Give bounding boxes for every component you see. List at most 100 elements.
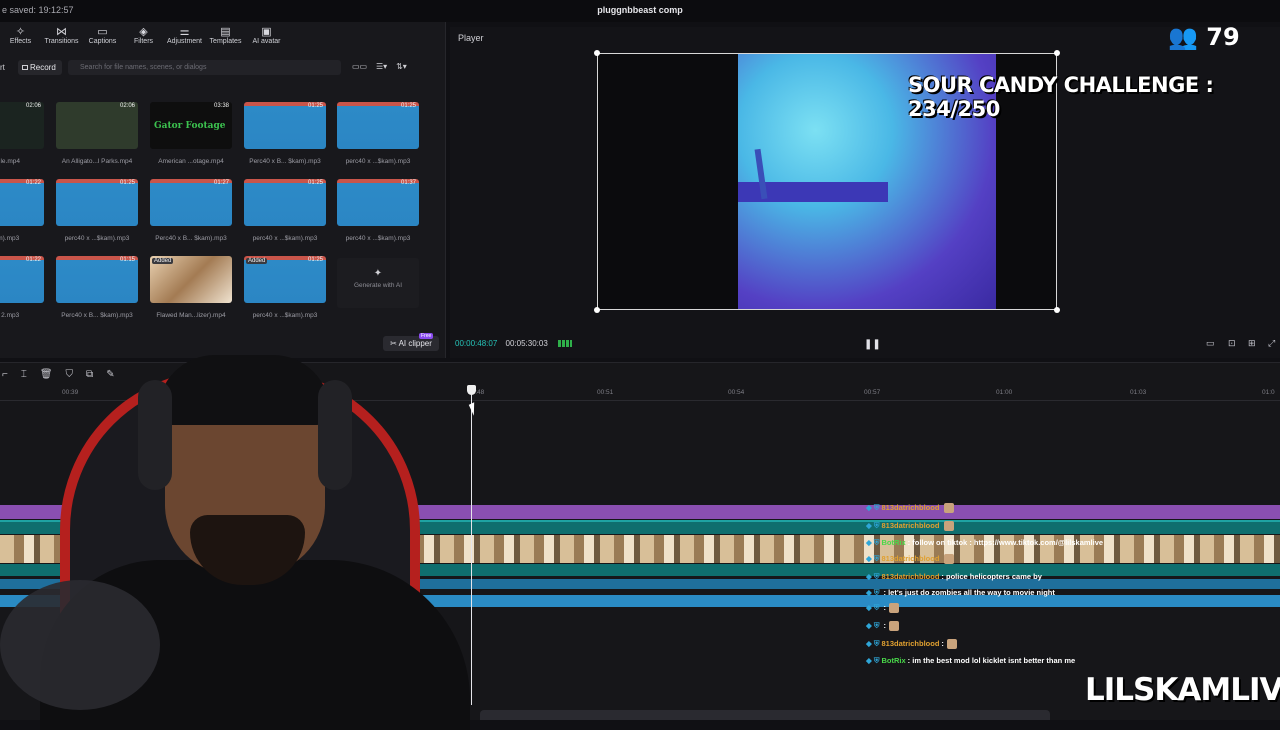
media-caption: An Alligato...l Parks.mp4	[61, 158, 133, 165]
channel-brand: LILSKAMLIVE	[1085, 672, 1280, 708]
chat-badge-icon: ◆ ⛨	[866, 621, 880, 630]
chat-text: :	[941, 639, 944, 648]
chat-text: : follow on tiktok : https://www.tiktok.…	[907, 538, 1104, 547]
media-caption: Perc40 x B... $kam).mp3	[249, 158, 321, 165]
ruler-tick: 01:00	[996, 389, 1013, 396]
pause-button[interactable]: ❚❚	[864, 339, 881, 350]
title-bar: e saved: 19:12:57 pluggnbbeast comp	[0, 0, 1280, 22]
media-item[interactable]: 01:22	[0, 256, 44, 303]
chat-emote-icon	[944, 554, 955, 565]
toolbar-label: Effects	[9, 38, 32, 45]
resize-handle-tr[interactable]	[1054, 50, 1060, 56]
toolbar-templates[interactable]: ▤ Templates	[205, 26, 246, 50]
chat-emote-icon	[946, 639, 957, 650]
media-duration: 03:38	[213, 103, 229, 109]
captions-icon: ▭	[97, 26, 108, 38]
media-caption: perc40 x ...$kam).mp3	[345, 235, 411, 242]
chat-username: BotRix	[881, 656, 906, 665]
fit-icon[interactable]: ⊡	[1228, 338, 1236, 349]
toolbar-filters[interactable]: ◈ Filters	[123, 26, 164, 50]
media-item[interactable]: 01:27	[150, 179, 232, 226]
ruler-tick: 00:54	[728, 389, 745, 396]
chat-message: ◆ ⛨ 813datrichblood	[866, 554, 955, 565]
added-badge: Added	[246, 258, 268, 264]
media-item[interactable]: 01:25	[244, 179, 326, 226]
toolbar-effects[interactable]: ✧ Effects	[0, 26, 41, 50]
toolbar-captions[interactable]: ▭ Captions	[82, 26, 123, 50]
webcam-overlay	[0, 350, 480, 730]
timecode-display: 00:00:48:07 00:05:30:03	[455, 339, 572, 348]
chat-username: BotRix	[881, 538, 906, 547]
filters-icon: ◈	[139, 26, 148, 38]
ratio-icon[interactable]: ▭	[1206, 338, 1215, 349]
media-item[interactable]: 03:38 Gator Footage	[150, 102, 232, 149]
resize-handle-br[interactable]	[1054, 307, 1060, 313]
view-toggle-icon[interactable]: ▭▭ ☰▾ ⇅▾	[352, 62, 407, 71]
viewer-count-value: 79	[1206, 23, 1240, 51]
chat-text: : police helicopters came by	[941, 572, 1042, 581]
media-caption: Perc40 x B... $kam).mp3	[61, 312, 133, 319]
media-item[interactable]: 01:37	[337, 179, 419, 226]
chat-username: 813datrichblood	[881, 521, 940, 530]
layout-icon[interactable]: ⊞	[1248, 338, 1256, 349]
media-item[interactable]: 01:15	[56, 256, 138, 303]
chat-emote-icon	[944, 521, 955, 532]
viewer-count: 👥 79	[1168, 23, 1240, 51]
media-item[interactable]: 01:25	[56, 179, 138, 226]
toolbar-label: Adjustment	[166, 38, 203, 45]
toolbar-transitions[interactable]: ⋈ Transitions	[41, 26, 82, 50]
media-duration: 01:25	[400, 103, 416, 109]
media-item[interactable]: 02:06	[0, 102, 44, 149]
ruler-tick: 01:0	[1262, 389, 1275, 396]
media-panel: ✧ Effects ⋈ Transitions ▭ Captions ◈ Filters ⚌ Ad…	[0, 22, 446, 358]
chat-username: 813datrichblood	[881, 572, 940, 581]
chat-message: ◆ ⛨ BotRix: im the best mod lol kicklet i…	[866, 656, 1075, 666]
media-search-row: rt Record Search for file names, scenes,…	[0, 60, 446, 76]
audio-meter-icon	[558, 340, 572, 348]
resize-handle-tl[interactable]	[594, 50, 600, 56]
media-item[interactable]: 01:22	[0, 179, 44, 226]
resize-handle-bl[interactable]	[594, 307, 600, 313]
chat-badge-icon: ◆ ⛨	[866, 572, 880, 581]
media-search-input[interactable]: Search for file names, scenes, or dialog…	[68, 60, 341, 75]
chat-message: ◆ ⛨ 813datrichblood	[866, 503, 955, 514]
toolbar-label: Filters	[133, 38, 154, 45]
media-item[interactable]: 01:25	[337, 102, 419, 149]
chat-message: ◆ ⛨ 813datrichblood	[866, 521, 955, 532]
challenge-banner: SOUR CANDY CHALLENGE : 234/250	[908, 73, 1214, 121]
media-duration: 01:25	[307, 180, 323, 186]
chat-badge-icon: ◆ ⛨	[866, 503, 880, 512]
media-duration: 01:25	[119, 180, 135, 186]
toolbar-label: AI avatar	[252, 38, 281, 45]
macos-dock	[480, 710, 1050, 720]
record-button[interactable]: Record	[18, 60, 62, 75]
media-caption: perc40 x ...$kam).mp3	[345, 158, 411, 165]
chat-emote-icon	[888, 621, 899, 632]
avatar-icon: ▣	[261, 26, 272, 38]
chat-message: ◆ ⛨ BotRix: follow on tiktok : https://ww…	[866, 538, 1103, 548]
import-button[interactable]: rt	[0, 60, 5, 75]
chat-text: :	[883, 603, 886, 612]
ruler-tick: 01:03	[1130, 389, 1147, 396]
media-item[interactable]: Added	[150, 256, 232, 303]
media-item[interactable]: 01:25	[244, 102, 326, 149]
record-label: Record	[30, 63, 56, 72]
templates-icon: ▤	[220, 26, 231, 38]
chat-badge-icon: ◆ ⛨	[866, 521, 880, 530]
media-duration: 01:22	[25, 257, 41, 263]
fullscreen-icon[interactable]: ⤢	[1268, 338, 1275, 349]
media-item[interactable]: 01:25 Added	[244, 256, 326, 303]
toolbar-ai-avatar[interactable]: ▣ AI avatar	[246, 26, 287, 50]
thumbnail-title: Gator Footage	[154, 121, 226, 131]
toolbar-adjustment[interactable]: ⚌ Adjustment	[164, 26, 205, 50]
chat-message: ◆ ⛨:	[866, 621, 899, 632]
media-caption: ar ...ile.mp4	[0, 158, 20, 165]
media-item[interactable]: 02:06	[56, 102, 138, 149]
player-label: Player	[458, 33, 484, 43]
chat-username: 813datrichblood	[881, 554, 940, 563]
chat-emote-icon	[888, 603, 899, 614]
current-time: 00:00:48:07	[455, 339, 498, 348]
generate-with-ai-card[interactable]: ✦ Generate with AI	[337, 258, 419, 308]
media-duration: 01:15	[119, 257, 135, 263]
chat-text: : im the best mod lol kicklet isnt bette…	[907, 656, 1076, 665]
